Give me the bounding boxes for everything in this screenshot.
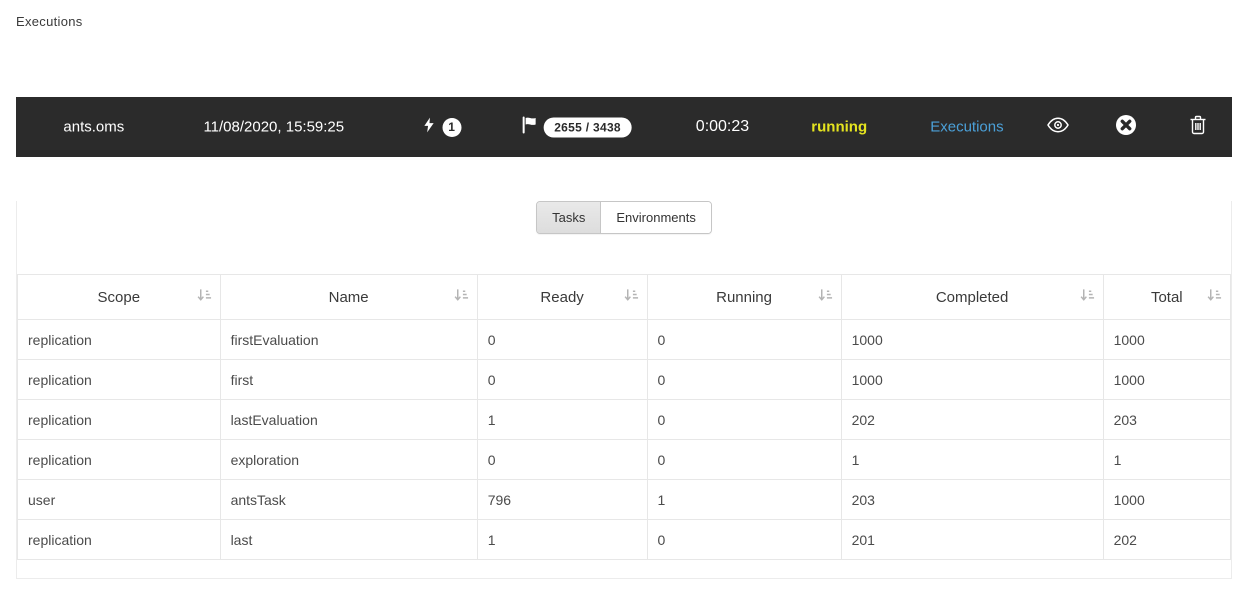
cell-scope: replication — [18, 320, 221, 360]
sort-icon[interactable] — [1080, 288, 1095, 307]
column-header-scope[interactable]: Scope — [18, 275, 221, 320]
tasks-table: Scope Name Ready Running Completed Total… — [17, 274, 1231, 560]
cell-name: exploration — [220, 440, 477, 480]
sort-icon[interactable] — [1207, 288, 1222, 307]
cell-completed: 203 — [841, 480, 1103, 520]
worker-count-badge: 1 — [442, 118, 461, 137]
cell-completed: 1000 — [841, 320, 1103, 360]
progress-count-group: 2655 / 3438 — [521, 117, 632, 138]
column-header-total[interactable]: Total — [1103, 275, 1230, 320]
cell-completed: 202 — [841, 400, 1103, 440]
elapsed-timer: 0:00:23 — [696, 118, 749, 136]
table-row: replication first 0 0 1000 1000 — [18, 360, 1231, 400]
execution-card-body: Tasks Environments Scope Name Ready Runn… — [16, 201, 1232, 579]
cell-ready: 1 — [477, 520, 647, 560]
execution-timestamp: 11/08/2020, 15:59:25 — [203, 119, 344, 136]
cell-ready: 796 — [477, 480, 647, 520]
tab-environments[interactable]: Environments — [600, 202, 710, 233]
cell-total: 1 — [1103, 440, 1230, 480]
cell-ready: 1 — [477, 400, 647, 440]
cell-name: last — [220, 520, 477, 560]
table-row: replication last 1 0 201 202 — [18, 520, 1231, 560]
cell-running: 0 — [647, 520, 841, 560]
sort-icon[interactable] — [624, 288, 639, 307]
cell-scope: replication — [18, 400, 221, 440]
cell-ready: 0 — [477, 320, 647, 360]
status-badge: running — [811, 119, 867, 136]
eye-icon — [1047, 117, 1069, 137]
progress-count-badge: 2655 / 3438 — [543, 117, 632, 137]
worker-count-group: 1 — [422, 117, 461, 137]
cell-ready: 0 — [477, 360, 647, 400]
cell-name: lastEvaluation — [220, 400, 477, 440]
table-row: replication firstEvaluation 0 0 1000 100… — [18, 320, 1231, 360]
page-header: Executions — [0, 0, 1248, 97]
sort-icon[interactable] — [818, 288, 833, 307]
stop-button[interactable] — [1116, 115, 1137, 140]
table-row: user antsTask 796 1 203 1000 — [18, 480, 1231, 520]
tabs-row: Tasks Environments — [17, 201, 1231, 234]
tab-group: Tasks Environments — [536, 201, 712, 234]
cell-ready: 0 — [477, 440, 647, 480]
column-header-running[interactable]: Running — [647, 275, 841, 320]
cell-total: 1000 — [1103, 480, 1230, 520]
cell-name: first — [220, 360, 477, 400]
column-header-name[interactable]: Name — [220, 275, 477, 320]
watch-button[interactable] — [1047, 117, 1069, 137]
cell-scope: replication — [18, 360, 221, 400]
cell-completed: 1 — [841, 440, 1103, 480]
execution-card: ants.oms 11/08/2020, 15:59:25 1 2655 / 3… — [16, 97, 1232, 579]
trash-icon — [1189, 116, 1206, 139]
table-row: replication lastEvaluation 1 0 202 203 — [18, 400, 1231, 440]
delete-button[interactable] — [1189, 116, 1206, 139]
cell-running: 0 — [647, 320, 841, 360]
flag-icon — [521, 117, 536, 138]
cell-total: 202 — [1103, 520, 1230, 560]
cell-total: 203 — [1103, 400, 1230, 440]
cell-running: 0 — [647, 360, 841, 400]
lightning-icon — [422, 117, 435, 137]
execution-name: ants.oms — [63, 119, 124, 136]
sort-icon[interactable] — [197, 288, 212, 307]
cell-total: 1000 — [1103, 360, 1230, 400]
sort-icon[interactable] — [454, 288, 469, 307]
cell-running: 0 — [647, 400, 841, 440]
stop-circle-icon — [1116, 115, 1137, 140]
table-row: replication exploration 0 0 1 1 — [18, 440, 1231, 480]
cell-name: antsTask — [220, 480, 477, 520]
cell-total: 1000 — [1103, 320, 1230, 360]
cell-scope: replication — [18, 520, 221, 560]
cell-completed: 201 — [841, 520, 1103, 560]
cell-running: 1 — [647, 480, 841, 520]
page-title: Executions — [16, 14, 1232, 29]
cell-name: firstEvaluation — [220, 320, 477, 360]
table-header-row: Scope Name Ready Running Completed Total — [18, 275, 1231, 320]
cell-scope: replication — [18, 440, 221, 480]
tab-tasks[interactable]: Tasks — [537, 202, 600, 233]
cell-running: 0 — [647, 440, 841, 480]
cell-scope: user — [18, 480, 221, 520]
execution-bar: ants.oms 11/08/2020, 15:59:25 1 2655 / 3… — [16, 97, 1232, 157]
cell-completed: 1000 — [841, 360, 1103, 400]
column-header-completed[interactable]: Completed — [841, 275, 1103, 320]
column-header-ready[interactable]: Ready — [477, 275, 647, 320]
executions-link[interactable]: Executions — [930, 119, 1003, 136]
